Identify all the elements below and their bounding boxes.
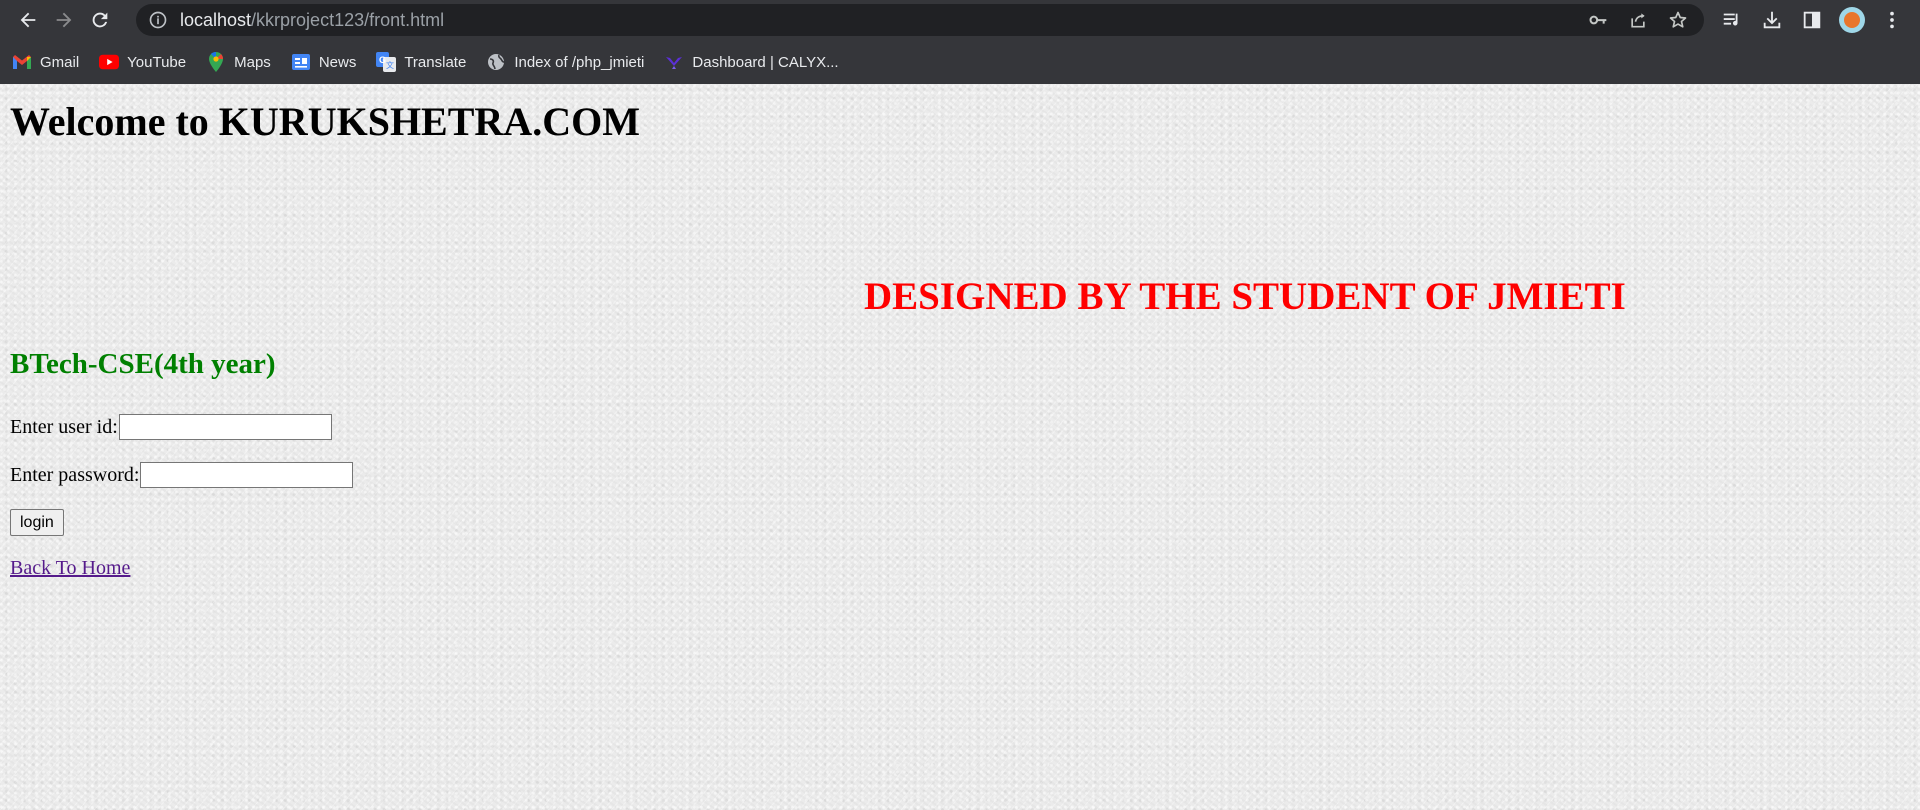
site-info-icon[interactable] xyxy=(148,10,168,30)
password-row: Enter password: xyxy=(10,462,354,488)
bookmark-label: Index of /php_jmieti xyxy=(514,53,645,71)
reload-icon xyxy=(92,12,108,28)
bookmark-label: Translate xyxy=(404,53,467,71)
password-input[interactable] xyxy=(140,462,354,488)
share-button[interactable] xyxy=(1618,4,1658,36)
share-icon xyxy=(1631,13,1645,28)
menu-button[interactable] xyxy=(1872,0,1912,40)
password-key-button[interactable] xyxy=(1578,4,1618,36)
bookmark-youtube[interactable]: YouTube xyxy=(99,52,186,72)
course-heading: BTech-CSE(4th year) xyxy=(10,348,276,380)
bookmark-translate[interactable]: G文 Translate xyxy=(376,52,466,72)
browser-toolbar: localhost/kkrproject123/front.html xyxy=(0,0,1920,40)
svg-text:G: G xyxy=(379,55,386,65)
downloads-button[interactable] xyxy=(1752,0,1792,40)
youtube-icon xyxy=(99,52,120,72)
bookmark-gmail[interactable]: Gmail xyxy=(12,52,79,72)
url-path: /kkrproject123/front.html xyxy=(251,9,445,30)
bookmark-label: Gmail xyxy=(40,53,80,71)
arrow-left-icon xyxy=(20,12,36,28)
back-button[interactable] xyxy=(10,2,46,38)
arrow-right-icon xyxy=(56,12,72,28)
bookmark-label: Maps xyxy=(234,53,271,71)
side-panel-icon xyxy=(1803,11,1821,29)
user-id-row: Enter user id: xyxy=(10,414,332,440)
maps-icon xyxy=(206,52,226,72)
bookmark-dashboard-calyx[interactable]: Dashboard | CALYX... xyxy=(664,52,839,72)
svg-text:文: 文 xyxy=(386,60,394,70)
bookmark-index-php-jmieti[interactable]: Index of /php_jmieti xyxy=(486,52,644,72)
page-body: Welcome to KURUKSHETRA.COM DESIGNED BY T… xyxy=(0,84,1920,810)
designer-marquee: DESIGNED BY THE STUDENT OF JMIETI xyxy=(864,275,1626,318)
more-vert-icon xyxy=(1890,11,1894,29)
bookmark-maps[interactable]: Maps xyxy=(206,52,271,72)
avatar xyxy=(1839,7,1865,33)
login-button[interactable]: login xyxy=(10,509,64,536)
user-id-label: Enter user id: xyxy=(10,415,118,438)
back-to-home-link[interactable]: Back To Home xyxy=(10,557,130,580)
gmail-icon xyxy=(12,52,32,72)
user-id-input[interactable] xyxy=(118,414,332,440)
bookmark-label: News xyxy=(318,53,357,71)
profile-button[interactable] xyxy=(1832,0,1872,40)
password-label: Enter password: xyxy=(10,463,140,486)
download-icon xyxy=(1763,11,1781,29)
url-host: localhost xyxy=(180,9,252,30)
bookmark-label: YouTube xyxy=(127,53,187,71)
forward-button[interactable] xyxy=(46,2,82,38)
media-queue-icon xyxy=(1723,13,1738,26)
bookmarks-bar: Gmail YouTube Maps News G文 Translate Ind… xyxy=(0,40,1920,84)
page-title: Welcome to KURUKSHETRA.COM xyxy=(10,99,640,144)
bookmark-label: Dashboard | CALYX... xyxy=(692,53,839,71)
star-icon xyxy=(1669,11,1687,28)
side-panel-button[interactable] xyxy=(1792,0,1832,40)
calyx-icon xyxy=(664,52,684,72)
reload-button[interactable] xyxy=(82,2,118,38)
bookmark-news[interactable]: News xyxy=(291,52,357,72)
globe-icon xyxy=(486,52,506,72)
news-icon xyxy=(291,52,311,72)
reading-list-button[interactable] xyxy=(1712,0,1752,40)
address-bar[interactable]: localhost/kkrproject123/front.html xyxy=(136,4,1704,36)
bookmark-star-button[interactable] xyxy=(1658,4,1698,36)
key-icon xyxy=(1589,15,1607,25)
translate-icon: G文 xyxy=(376,52,397,72)
